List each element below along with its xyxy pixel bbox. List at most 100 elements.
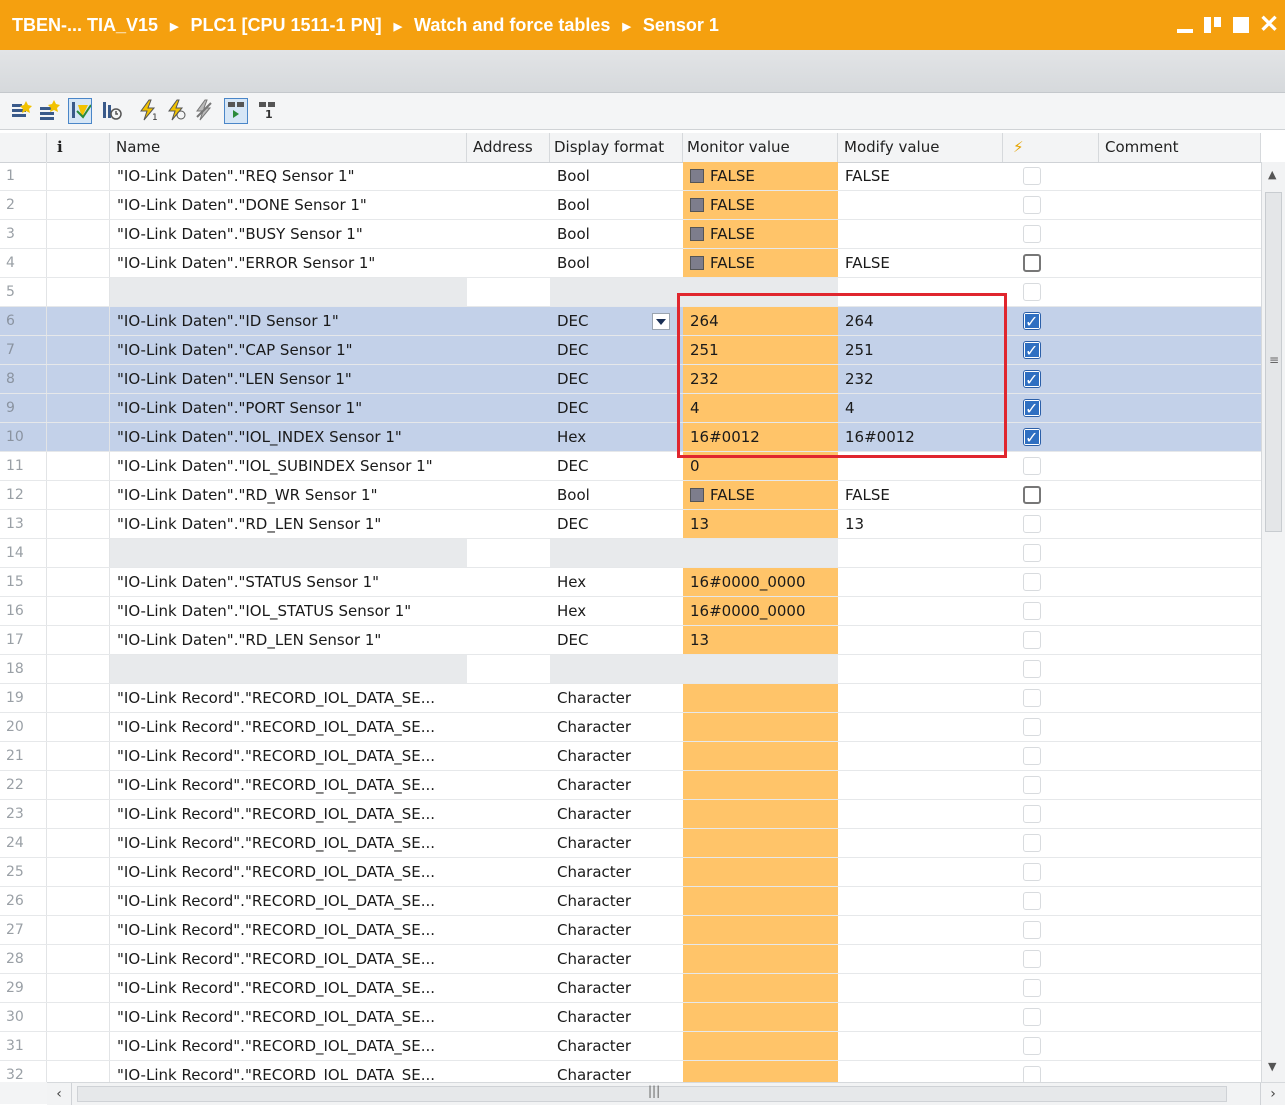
- display-format-cell[interactable]: Bool: [550, 220, 683, 248]
- row-number[interactable]: 29: [0, 974, 47, 1002]
- table-row[interactable]: 21 "IO-Link Record"."RECORD_IOL_DATA_SE..…: [0, 742, 1261, 771]
- comment-cell[interactable]: [1099, 510, 1261, 538]
- row-number[interactable]: 20: [0, 713, 47, 741]
- address-cell[interactable]: [467, 278, 550, 306]
- modify-value-cell[interactable]: [838, 452, 1003, 480]
- table-row[interactable]: 12 "IO-Link Daten"."RD_WR Sensor 1" Bool FA…: [0, 481, 1261, 510]
- display-format-cell[interactable]: Character: [550, 829, 683, 857]
- modify-checkbox[interactable]: [1023, 573, 1041, 591]
- row-number[interactable]: 16: [0, 597, 47, 625]
- monitor-all-icon[interactable]: [68, 98, 92, 124]
- row-number[interactable]: 9: [0, 394, 47, 422]
- address-cell[interactable]: [467, 684, 550, 712]
- address-cell[interactable]: [467, 394, 550, 422]
- modify-value-cell[interactable]: [838, 626, 1003, 654]
- name-cell[interactable]: "IO-Link Record"."RECORD_IOL_DATA_SE...: [110, 771, 467, 799]
- modify-value-cell[interactable]: [838, 191, 1003, 219]
- scroll-left-icon[interactable]: ‹: [47, 1083, 72, 1105]
- maximize-icon[interactable]: [1231, 15, 1251, 35]
- row-number[interactable]: 26: [0, 887, 47, 915]
- comment-cell[interactable]: [1099, 945, 1261, 973]
- table-row[interactable]: 15 "IO-Link Daten"."STATUS Sensor 1" Hex 16…: [0, 568, 1261, 597]
- comment-cell[interactable]: [1099, 365, 1261, 393]
- row-number[interactable]: 7: [0, 336, 47, 364]
- modify-value-cell[interactable]: [838, 742, 1003, 770]
- display-format-dropdown-icon[interactable]: [652, 313, 670, 330]
- row-number[interactable]: 28: [0, 945, 47, 973]
- display-format-cell[interactable]: Hex: [550, 423, 683, 451]
- row-number[interactable]: 13: [0, 510, 47, 538]
- modify-checkbox[interactable]: [1023, 307, 1041, 335]
- table-row[interactable]: 10 "IO-Link Daten"."IOL_INDEX Sensor 1" He…: [0, 423, 1261, 452]
- modify-value-cell[interactable]: [838, 713, 1003, 741]
- scroll-up-icon[interactable]: ▲: [1268, 168, 1276, 181]
- name-cell[interactable]: "IO-Link Record"."RECORD_IOL_DATA_SE...: [110, 742, 467, 770]
- row-number[interactable]: 31: [0, 1032, 47, 1060]
- comment-cell[interactable]: [1099, 742, 1261, 770]
- table-row[interactable]: 25 "IO-Link Record"."RECORD_IOL_DATA_SE..…: [0, 858, 1261, 887]
- display-format-cell[interactable]: Character: [550, 800, 683, 828]
- table-row[interactable]: 30 "IO-Link Record"."RECORD_IOL_DATA_SE..…: [0, 1003, 1261, 1032]
- row-number[interactable]: 19: [0, 684, 47, 712]
- display-format-cell[interactable]: Character: [550, 945, 683, 973]
- modify-checkbox[interactable]: [1023, 863, 1041, 881]
- display-format-cell[interactable]: [550, 278, 683, 306]
- comment-cell[interactable]: [1099, 452, 1261, 480]
- display-format-cell[interactable]: DEC: [550, 626, 683, 654]
- header-monitor-value[interactable]: Monitor value: [683, 133, 838, 162]
- insert-row-icon[interactable]: [10, 99, 32, 121]
- modify-value-cell[interactable]: 4: [838, 394, 1003, 422]
- modify-value-cell[interactable]: [838, 916, 1003, 944]
- enable-peripheral-icon[interactable]: [193, 99, 215, 121]
- name-cell[interactable]: [110, 539, 467, 567]
- comment-cell[interactable]: [1099, 974, 1261, 1002]
- name-cell[interactable]: "IO-Link Daten"."RD_LEN Sensor 1": [110, 510, 467, 538]
- modify-checkbox[interactable]: [1023, 1008, 1041, 1026]
- table-row[interactable]: 27 "IO-Link Record"."RECORD_IOL_DATA_SE..…: [0, 916, 1261, 945]
- row-number[interactable]: 3: [0, 220, 47, 248]
- address-cell[interactable]: [467, 1003, 550, 1031]
- modify-checkbox[interactable]: [1023, 336, 1041, 364]
- name-cell[interactable]: "IO-Link Daten"."PORT Sensor 1": [110, 394, 467, 422]
- row-number[interactable]: 1: [0, 162, 47, 190]
- modify-checkbox[interactable]: [1023, 979, 1041, 997]
- display-format-cell[interactable]: Character: [550, 771, 683, 799]
- breadcrumb-project[interactable]: TBEN-... TIA_V15: [12, 0, 158, 50]
- modify-checkbox[interactable]: [1023, 225, 1041, 243]
- modify-value-cell[interactable]: [838, 278, 1003, 306]
- comment-cell[interactable]: [1099, 829, 1261, 857]
- address-cell[interactable]: [467, 800, 550, 828]
- modify-value-cell[interactable]: [838, 1032, 1003, 1060]
- comment-cell[interactable]: [1099, 800, 1261, 828]
- display-format-cell[interactable]: Character: [550, 916, 683, 944]
- table-row[interactable]: 16 "IO-Link Daten"."IOL_STATUS Sensor 1" H…: [0, 597, 1261, 626]
- table-row[interactable]: 2 "IO-Link Daten"."DONE Sensor 1" Bool FALS…: [0, 191, 1261, 220]
- address-cell[interactable]: [467, 916, 550, 944]
- display-format-cell[interactable]: Character: [550, 742, 683, 770]
- modify-checkbox[interactable]: [1023, 718, 1041, 736]
- header-name[interactable]: Name: [110, 133, 467, 162]
- row-number[interactable]: 25: [0, 858, 47, 886]
- table-row[interactable]: 29 "IO-Link Record"."RECORD_IOL_DATA_SE..…: [0, 974, 1261, 1003]
- vertical-scroll-thumb[interactable]: ≡: [1265, 192, 1282, 532]
- row-number[interactable]: 11: [0, 452, 47, 480]
- modify-value-cell[interactable]: FALSE: [838, 162, 1003, 190]
- name-cell[interactable]: "IO-Link Daten"."REQ Sensor 1": [110, 162, 467, 190]
- modify-checkbox[interactable]: [1023, 805, 1041, 823]
- address-cell[interactable]: [467, 945, 550, 973]
- comment-cell[interactable]: [1099, 220, 1261, 248]
- address-cell[interactable]: [467, 220, 550, 248]
- modify-checkbox[interactable]: [1023, 950, 1041, 968]
- comment-cell[interactable]: [1099, 771, 1261, 799]
- display-format-cell[interactable]: Hex: [550, 597, 683, 625]
- name-cell[interactable]: "IO-Link Record"."RECORD_IOL_DATA_SE...: [110, 858, 467, 886]
- table-row[interactable]: 26 "IO-Link Record"."RECORD_IOL_DATA_SE..…: [0, 887, 1261, 916]
- display-format-cell[interactable]: DEC: [550, 336, 683, 364]
- display-format-cell[interactable]: Character: [550, 858, 683, 886]
- name-cell[interactable]: "IO-Link Daten"."DONE Sensor 1": [110, 191, 467, 219]
- display-format-cell[interactable]: Hex: [550, 568, 683, 596]
- modify-value-cell[interactable]: [838, 1003, 1003, 1031]
- comment-cell[interactable]: [1099, 539, 1261, 567]
- modify-checkbox[interactable]: [1023, 892, 1041, 910]
- minimize-icon[interactable]: [1175, 15, 1195, 35]
